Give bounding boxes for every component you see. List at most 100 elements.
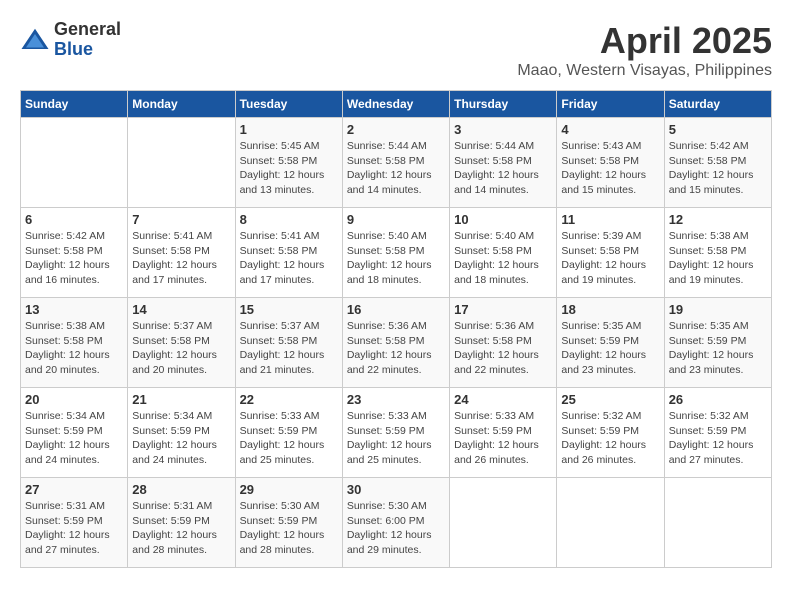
- calendar-header-row: SundayMondayTuesdayWednesdayThursdayFrid…: [21, 91, 772, 118]
- calendar-day-header: Thursday: [450, 91, 557, 118]
- calendar-week-row: 13 Sunrise: 5:38 AM Sunset: 5:58 PM Dayli…: [21, 298, 772, 388]
- calendar-cell: 2 Sunrise: 5:44 AM Sunset: 5:58 PM Daylig…: [342, 118, 449, 208]
- calendar-cell: 4 Sunrise: 5:43 AM Sunset: 5:58 PM Daylig…: [557, 118, 664, 208]
- logo: General Blue: [20, 20, 121, 60]
- day-info: Sunrise: 5:30 AM Sunset: 6:00 PM Dayligh…: [347, 499, 445, 558]
- day-number: 1: [240, 122, 338, 137]
- calendar-week-row: 6 Sunrise: 5:42 AM Sunset: 5:58 PM Daylig…: [21, 208, 772, 298]
- calendar-cell: [21, 118, 128, 208]
- day-number: 5: [669, 122, 767, 137]
- calendar-cell: 9Sunrise: 5:40 AM Sunset: 5:58 PM Daylig…: [342, 208, 449, 298]
- day-info: Sunrise: 5:35 AM Sunset: 5:59 PM Dayligh…: [561, 319, 659, 378]
- calendar-cell: 10 Sunrise: 5:40 AM Sunset: 5:58 PM Dayli…: [450, 208, 557, 298]
- day-info: Sunrise: 5:43 AM Sunset: 5:58 PM Dayligh…: [561, 139, 659, 198]
- day-info: Sunrise: 5:37 AM Sunset: 5:58 PM Dayligh…: [240, 319, 338, 378]
- day-number: 3: [454, 122, 552, 137]
- day-info: Sunrise: 5:36 AM Sunset: 5:58 PM Dayligh…: [454, 319, 552, 378]
- calendar-cell: 13 Sunrise: 5:38 AM Sunset: 5:58 PM Dayli…: [21, 298, 128, 388]
- day-info: Sunrise: 5:33 AM Sunset: 5:59 PM Dayligh…: [347, 409, 445, 468]
- calendar-cell: 11 Sunrise: 5:39 AM Sunset: 5:58 PM Dayli…: [557, 208, 664, 298]
- day-info: Sunrise: 5:39 AM Sunset: 5:58 PM Dayligh…: [561, 229, 659, 288]
- calendar-cell: 18 Sunrise: 5:35 AM Sunset: 5:59 PM Dayli…: [557, 298, 664, 388]
- day-number: 12: [669, 212, 767, 227]
- day-number: 7: [132, 212, 230, 227]
- calendar-cell: 27 Sunrise: 5:31 AM Sunset: 5:59 PM Dayli…: [21, 478, 128, 568]
- day-number: 18: [561, 302, 659, 317]
- calendar-week-row: 27 Sunrise: 5:31 AM Sunset: 5:59 PM Dayli…: [21, 478, 772, 568]
- day-number: 2: [347, 122, 445, 137]
- calendar-cell: 17 Sunrise: 5:36 AM Sunset: 5:58 PM Dayli…: [450, 298, 557, 388]
- day-info: Sunrise: 5:44 AM Sunset: 5:58 PM Dayligh…: [347, 139, 445, 198]
- calendar-cell: 14 Sunrise: 5:37 AM Sunset: 5:58 PM Dayli…: [128, 298, 235, 388]
- day-info: Sunrise: 5:34 AM Sunset: 5:59 PM Dayligh…: [25, 409, 123, 468]
- calendar-cell: 8 Sunrise: 5:41 AM Sunset: 5:58 PM Daylig…: [235, 208, 342, 298]
- calendar-table: SundayMondayTuesdayWednesdayThursdayFrid…: [20, 90, 772, 568]
- day-number: 17: [454, 302, 552, 317]
- day-info: Sunrise: 5:45 AM Sunset: 5:58 PM Dayligh…: [240, 139, 338, 198]
- day-number: 29: [240, 482, 338, 497]
- calendar-cell: [450, 478, 557, 568]
- calendar-cell: 24Sunrise: 5:33 AM Sunset: 5:59 PM Dayli…: [450, 388, 557, 478]
- day-number: 14: [132, 302, 230, 317]
- day-info: Sunrise: 5:42 AM Sunset: 5:58 PM Dayligh…: [669, 139, 767, 198]
- day-info: Sunrise: 5:38 AM Sunset: 5:58 PM Dayligh…: [25, 319, 123, 378]
- day-info: Sunrise: 5:37 AM Sunset: 5:58 PM Dayligh…: [132, 319, 230, 378]
- day-number: 26: [669, 392, 767, 407]
- calendar-day-header: Tuesday: [235, 91, 342, 118]
- calendar-day-header: Monday: [128, 91, 235, 118]
- calendar-cell: 7Sunrise: 5:41 AM Sunset: 5:58 PM Daylig…: [128, 208, 235, 298]
- day-number: 10: [454, 212, 552, 227]
- day-number: 15: [240, 302, 338, 317]
- subtitle: Maao, Western Visayas, Philippines: [517, 62, 772, 80]
- day-number: 4: [561, 122, 659, 137]
- calendar-cell: [664, 478, 771, 568]
- day-info: Sunrise: 5:38 AM Sunset: 5:58 PM Dayligh…: [669, 229, 767, 288]
- calendar-cell: 3 Sunrise: 5:44 AM Sunset: 5:58 PM Daylig…: [450, 118, 557, 208]
- day-number: 8: [240, 212, 338, 227]
- day-info: Sunrise: 5:42 AM Sunset: 5:58 PM Dayligh…: [25, 229, 123, 288]
- logo-text: General Blue: [54, 20, 121, 60]
- day-info: Sunrise: 5:34 AM Sunset: 5:59 PM Dayligh…: [132, 409, 230, 468]
- day-number: 11: [561, 212, 659, 227]
- day-number: 24: [454, 392, 552, 407]
- title-section: April 2025 Maao, Western Visayas, Philip…: [517, 20, 772, 80]
- day-number: 27: [25, 482, 123, 497]
- day-info: Sunrise: 5:32 AM Sunset: 5:59 PM Dayligh…: [669, 409, 767, 468]
- calendar-cell: 29 Sunrise: 5:30 AM Sunset: 5:59 PM Dayli…: [235, 478, 342, 568]
- logo-blue: Blue: [54, 40, 121, 60]
- calendar-cell: 28Sunrise: 5:31 AM Sunset: 5:59 PM Dayli…: [128, 478, 235, 568]
- day-info: Sunrise: 5:44 AM Sunset: 5:58 PM Dayligh…: [454, 139, 552, 198]
- day-info: Sunrise: 5:41 AM Sunset: 5:58 PM Dayligh…: [240, 229, 338, 288]
- day-number: 9: [347, 212, 445, 227]
- calendar-cell: [557, 478, 664, 568]
- calendar-day-header: Sunday: [21, 91, 128, 118]
- calendar-week-row: 1 Sunrise: 5:45 AM Sunset: 5:58 PM Daylig…: [21, 118, 772, 208]
- calendar-cell: 21Sunrise: 5:34 AM Sunset: 5:59 PM Dayli…: [128, 388, 235, 478]
- day-info: Sunrise: 5:36 AM Sunset: 5:58 PM Dayligh…: [347, 319, 445, 378]
- day-number: 23: [347, 392, 445, 407]
- calendar-cell: 26 Sunrise: 5:32 AM Sunset: 5:59 PM Dayli…: [664, 388, 771, 478]
- day-number: 25: [561, 392, 659, 407]
- day-number: 22: [240, 392, 338, 407]
- day-number: 16: [347, 302, 445, 317]
- calendar-cell: 6 Sunrise: 5:42 AM Sunset: 5:58 PM Daylig…: [21, 208, 128, 298]
- logo-icon: [20, 25, 50, 55]
- day-info: Sunrise: 5:40 AM Sunset: 5:58 PM Dayligh…: [454, 229, 552, 288]
- day-number: 13: [25, 302, 123, 317]
- day-number: 30: [347, 482, 445, 497]
- calendar-cell: 20Sunrise: 5:34 AM Sunset: 5:59 PM Dayli…: [21, 388, 128, 478]
- calendar-cell: 22Sunrise: 5:33 AM Sunset: 5:59 PM Dayli…: [235, 388, 342, 478]
- calendar-day-header: Wednesday: [342, 91, 449, 118]
- calendar-cell: 19Sunrise: 5:35 AM Sunset: 5:59 PM Dayli…: [664, 298, 771, 388]
- calendar-cell: 23 Sunrise: 5:33 AM Sunset: 5:59 PM Dayli…: [342, 388, 449, 478]
- day-number: 28: [132, 482, 230, 497]
- calendar-day-header: Friday: [557, 91, 664, 118]
- calendar-cell: 1 Sunrise: 5:45 AM Sunset: 5:58 PM Daylig…: [235, 118, 342, 208]
- day-number: 6: [25, 212, 123, 227]
- calendar-cell: 5 Sunrise: 5:42 AM Sunset: 5:58 PM Daylig…: [664, 118, 771, 208]
- day-info: Sunrise: 5:30 AM Sunset: 5:59 PM Dayligh…: [240, 499, 338, 558]
- page-header: General Blue April 2025 Maao, Western Vi…: [20, 20, 772, 80]
- day-info: Sunrise: 5:32 AM Sunset: 5:59 PM Dayligh…: [561, 409, 659, 468]
- day-info: Sunrise: 5:31 AM Sunset: 5:59 PM Dayligh…: [25, 499, 123, 558]
- calendar-day-header: Saturday: [664, 91, 771, 118]
